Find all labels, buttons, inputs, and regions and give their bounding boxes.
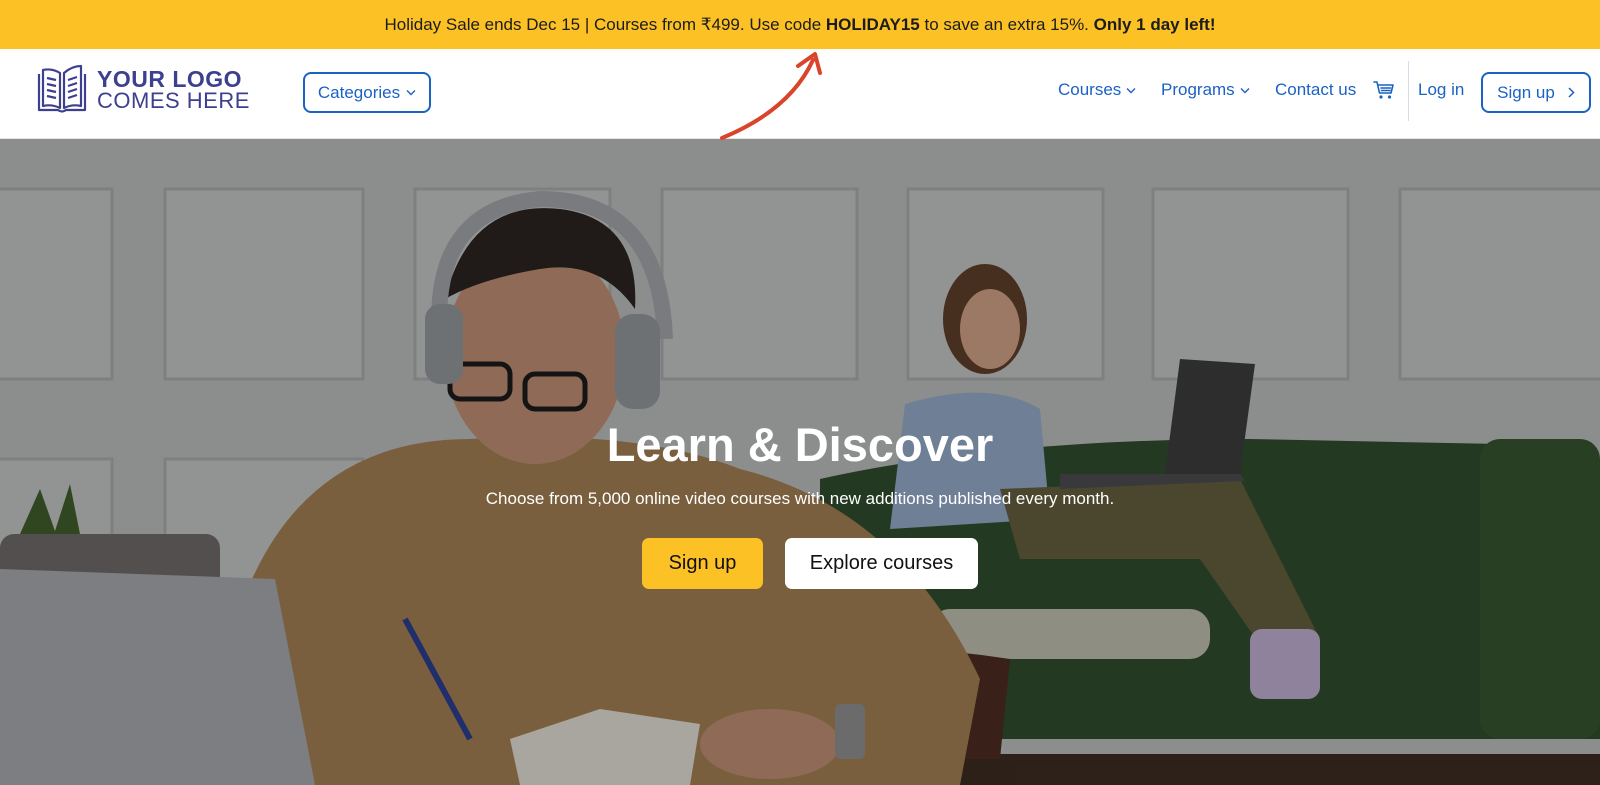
chevron-down-icon	[406, 90, 416, 96]
site-logo[interactable]: YOUR LOGO COMES HERE	[36, 64, 250, 116]
login-link[interactable]: Log in	[1418, 80, 1464, 100]
hero-signup-button[interactable]: Sign up	[642, 538, 763, 589]
categories-button[interactable]: Categories	[303, 72, 431, 113]
nav-programs-label: Programs	[1161, 80, 1235, 99]
open-book-icon	[37, 64, 87, 113]
nav-courses[interactable]: Courses	[1058, 80, 1136, 100]
hero-signup-label: Sign up	[668, 552, 737, 574]
login-label: Log in	[1418, 80, 1465, 99]
categories-label: Categories	[317, 82, 401, 102]
promo-banner: Holiday Sale ends Dec 15 | Courses from …	[0, 0, 1600, 49]
nav-programs[interactable]: Programs	[1161, 80, 1250, 100]
hero-subtitle: Choose from 5,000 online video courses w…	[485, 489, 1115, 508]
chevron-down-icon	[1240, 87, 1250, 93]
chevron-right-icon	[1568, 87, 1575, 98]
hero-section: Learn & Discover Choose from 5,000 onlin…	[0, 139, 1600, 785]
signup-header-label: Sign up	[1497, 82, 1555, 102]
logo-line-2: COMES HERE	[97, 88, 250, 113]
nav-contact-label: Contact us	[1275, 80, 1357, 99]
promo-text-prefix: Holiday Sale ends Dec 15 | Courses from …	[384, 14, 826, 34]
promo-urgency: Only 1 day left!	[1093, 14, 1216, 34]
nav-contact-us[interactable]: Contact us	[1275, 80, 1356, 100]
logo-line-1: YOUR LOGO	[97, 66, 243, 92]
nav-divider	[1408, 61, 1409, 121]
explore-courses-label: Explore courses	[809, 552, 954, 574]
explore-courses-button[interactable]: Explore courses	[785, 538, 978, 589]
site-header: YOUR LOGO COMES HERE Categories Courses …	[0, 49, 1600, 139]
nav-courses-label: Courses	[1058, 80, 1122, 99]
promo-code: HOLIDAY15	[825, 14, 920, 34]
signup-header-button[interactable]: Sign up	[1481, 72, 1591, 113]
chevron-down-icon	[1126, 87, 1136, 93]
cart-icon[interactable]	[1373, 79, 1395, 101]
hero-title: Learn & Discover	[606, 418, 994, 471]
promo-text-mid: to save an extra 15%.	[919, 14, 1094, 34]
